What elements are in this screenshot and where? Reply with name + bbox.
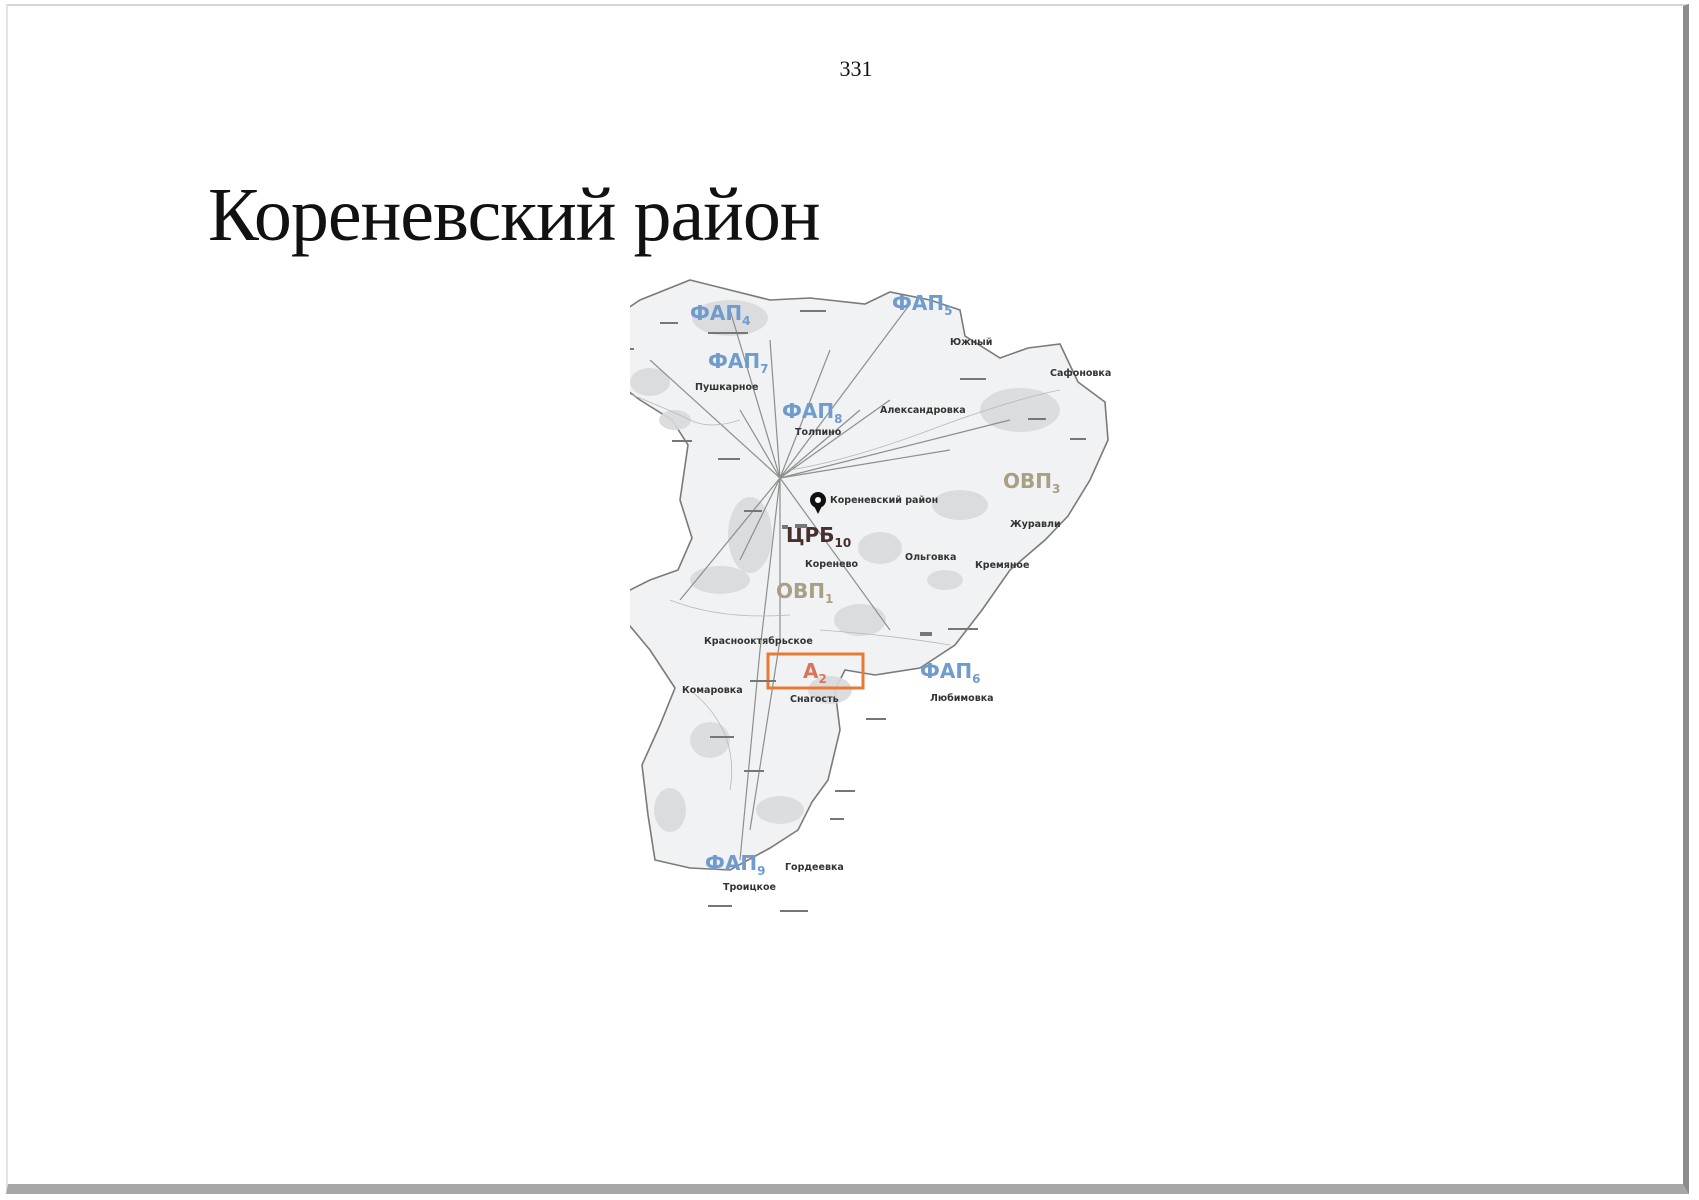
place-korenevo: Коренево [805,559,859,570]
place-krasnooktyabrskoe: Краснооктябрьское [704,636,813,647]
place-olgovka: Ольговка [905,552,956,563]
place-zhuravli: Журавли [1010,519,1061,530]
page-title: Кореневский район [208,173,821,257]
place-gordeevka: Гордеевка [785,862,844,873]
ovp-1-label: ОВП1 [776,579,833,606]
place-kremyanoe: Кремяное [975,560,1029,571]
fap-7-label: ФАП7 [708,349,768,376]
place-lyubimovka: Любимовка [930,693,994,704]
place-troitskoe: Троицкое [723,882,776,893]
place-snagost: Снагость [790,694,839,705]
place-yuzhny: Южный [950,337,992,348]
place-aleksandrovka: Александровка [880,405,966,416]
place-safonovka: Сафоновка [1050,368,1111,379]
place-pushkarnoe: Пушкарное [695,382,758,393]
fap-9-label: ФАП9 [705,851,765,878]
page-number: 331 [839,56,873,81]
district-map: ФАП4 ФАП5 ФАП7 ФАП8 ОВП3 ЦРБ10 ОВП1 А2 Ф… [630,279,1111,912]
place-tolpino: Толпино [795,427,842,438]
fap-8-label: ФАП8 [782,399,842,426]
place-komarovka: Комаровка [682,685,743,696]
fap-6-label: ФАП6 [920,659,980,686]
place-district-center: Кореневский район [830,495,938,506]
fap-4-label: ФАП4 [690,301,750,328]
fap-5-label: ФАП5 [892,291,952,318]
ovp-3-label: ОВП3 [1003,469,1060,496]
